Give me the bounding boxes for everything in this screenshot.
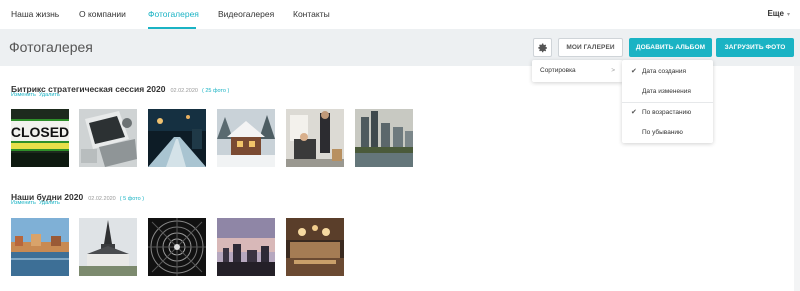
nav-item-photo-gallery[interactable]: Фотогалерея bbox=[148, 9, 199, 19]
delete-album-link[interactable]: Удалить bbox=[39, 200, 60, 206]
menu-divider bbox=[622, 102, 713, 103]
edit-album-link[interactable]: Изменить bbox=[11, 200, 36, 206]
photo-thumbnail[interactable]: CLOSED bbox=[11, 109, 69, 167]
album-actions: Изменить Удалить bbox=[11, 200, 63, 206]
album-date: 02.02.2020 bbox=[88, 196, 116, 202]
sort-option-created-date[interactable]: Дата создания bbox=[642, 68, 686, 75]
settings-dropdown: Сортировка > bbox=[532, 60, 623, 82]
top-nav: Наша жизнь О компании Фотогалерея Видеог… bbox=[0, 0, 800, 29]
photo-thumbnail[interactable] bbox=[286, 109, 344, 167]
photo-thumbnail[interactable] bbox=[217, 218, 275, 276]
photo-thumbnail[interactable] bbox=[79, 109, 137, 167]
sort-option-ascending[interactable]: По возрастанию bbox=[642, 109, 691, 116]
scrollbar[interactable] bbox=[794, 66, 800, 291]
nav-item-contacts[interactable]: Контакты bbox=[293, 9, 330, 19]
photo-thumbnail[interactable] bbox=[148, 109, 206, 167]
delete-album-link[interactable]: Удалить bbox=[39, 92, 60, 98]
gear-icon bbox=[537, 43, 547, 52]
more-menu[interactable]: Еще ▾ bbox=[767, 9, 790, 18]
album-actions: Изменить Удалить bbox=[11, 92, 63, 98]
page-title: Фотогалерея bbox=[9, 39, 93, 55]
album-photo-count: ( 5 фото ) bbox=[119, 196, 145, 202]
photo-thumbnail[interactable] bbox=[355, 109, 413, 167]
nav-item-about[interactable]: О компании bbox=[79, 9, 126, 19]
nav-item-video-gallery[interactable]: Видеогалерея bbox=[218, 9, 274, 19]
more-label: Еще bbox=[767, 9, 784, 18]
photo-thumbnail[interactable] bbox=[79, 218, 137, 276]
edit-album-link[interactable]: Изменить bbox=[11, 92, 36, 98]
nav-item-our-life[interactable]: Наша жизнь bbox=[11, 9, 59, 19]
check-icon: ✔ bbox=[631, 109, 637, 116]
photo-thumbnail[interactable] bbox=[286, 218, 344, 276]
add-album-button[interactable]: ДОБАВИТЬ АЛЬБОМ bbox=[629, 38, 712, 57]
chevron-down-icon: ▾ bbox=[786, 12, 790, 18]
sort-option-modified-date[interactable]: Дата изменения bbox=[642, 88, 691, 95]
chevron-right-icon: > bbox=[611, 67, 615, 74]
photo-thumbnail[interactable] bbox=[11, 218, 69, 276]
upload-photo-button[interactable]: ЗАГРУЗИТЬ ФОТО bbox=[716, 38, 794, 57]
settings-button[interactable] bbox=[533, 38, 552, 57]
sort-option-descending[interactable]: По убыванию bbox=[642, 129, 683, 136]
sort-submenu: ✔ Дата создания Дата изменения ✔ По возр… bbox=[622, 60, 713, 143]
check-icon: ✔ bbox=[631, 68, 637, 75]
album-date: 02.02.2020 bbox=[170, 88, 198, 94]
svg-text:CLOSED: CLOSED bbox=[11, 124, 69, 140]
my-galleries-button[interactable]: МОИ ГАЛЕРЕИ bbox=[558, 38, 623, 57]
photo-thumbnail[interactable] bbox=[148, 218, 206, 276]
sort-menu-item[interactable]: Сортировка bbox=[540, 67, 576, 74]
album-photo-count: ( 25 фото ) bbox=[201, 88, 230, 94]
photo-thumbnail[interactable] bbox=[217, 109, 275, 167]
